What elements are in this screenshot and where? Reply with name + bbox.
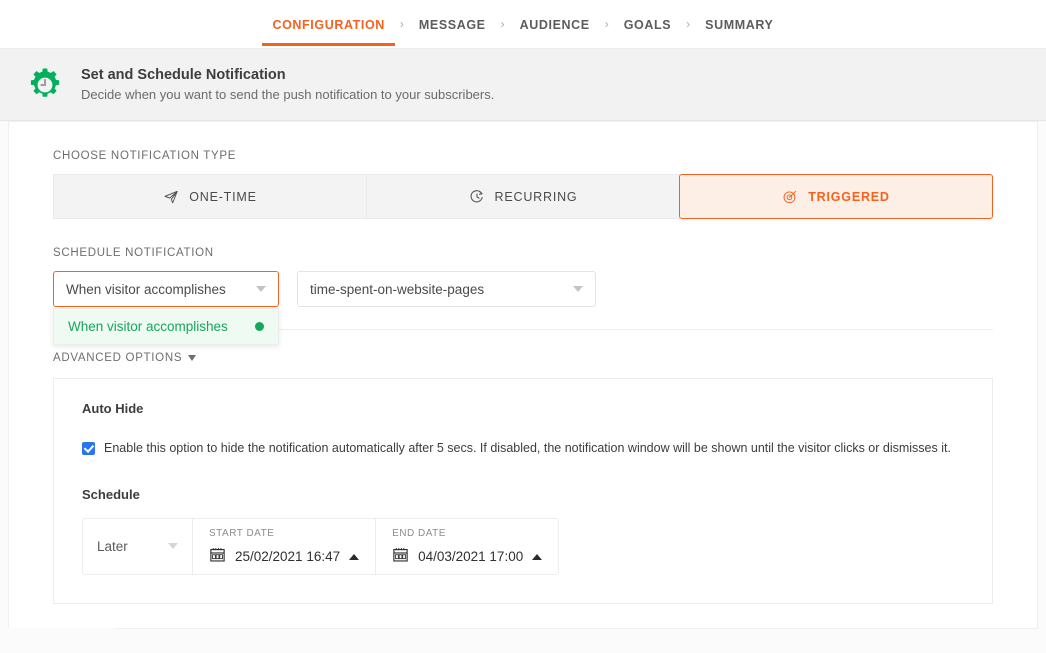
schedule-notification-label: SCHEDULE NOTIFICATION — [53, 247, 214, 259]
chevron-down-icon — [573, 286, 583, 292]
start-date-field[interactable]: START DATE 25/02/2021 16:47 — [193, 519, 375, 574]
step-configuration[interactable]: CONFIGURATION — [262, 4, 396, 46]
start-date-caption: START DATE — [209, 527, 275, 539]
step-separator: › — [604, 17, 609, 31]
tab-label: TRIGGERED — [808, 189, 890, 204]
auto-hide-checkbox-row[interactable]: Enable this option to hide the notificat… — [82, 440, 964, 457]
paper-plane-icon — [163, 189, 179, 205]
notification-type-tabs: ONE-TIME RECURRING TRIGGERED — [53, 174, 993, 219]
schedule-title: Schedule — [82, 486, 140, 502]
chevron-down-icon — [188, 355, 197, 361]
tab-label: RECURRING — [494, 189, 578, 204]
trigger-event-select[interactable]: time-spent-on-website-pages — [297, 271, 596, 307]
notification-type-label: CHOOSE NOTIFICATION TYPE — [53, 150, 237, 162]
step-separator: › — [399, 17, 404, 31]
step-label: MESSAGE — [418, 17, 486, 32]
start-date-value-row: 25/02/2021 16:47 — [209, 546, 360, 568]
tab-recurring[interactable]: RECURRING — [366, 174, 680, 219]
end-date-caption: END DATE — [392, 527, 446, 539]
step-label: SUMMARY — [705, 17, 774, 32]
step-summary[interactable]: SUMMARY — [703, 4, 775, 45]
end-date-value-row: 04/03/2021 17:00 — [392, 546, 543, 568]
dropdown-option-when-visitor-accomplishes[interactable]: When visitor accomplishes — [54, 309, 278, 344]
step-audience[interactable]: AUDIENCE — [518, 4, 592, 45]
page-header-text: Set and Schedule Notification Decide whe… — [81, 67, 494, 102]
footer-divider — [115, 628, 1038, 629]
dropdown-option-label: When visitor accomplishes — [68, 319, 228, 334]
trigger-type-wrapper: When visitor accomplishes When visitor a… — [53, 271, 279, 345]
page-subtitle: Decide when you want to send the push no… — [81, 87, 495, 102]
main-card: CHOOSE NOTIFICATION TYPE ONE-TIME RECURR… — [8, 121, 1038, 628]
chevron-down-icon — [168, 543, 178, 550]
selected-dot-icon — [255, 322, 264, 331]
step-message[interactable]: MESSAGE — [417, 4, 488, 45]
trigger-type-select[interactable]: When visitor accomplishes — [53, 271, 279, 307]
end-date-field[interactable]: END DATE 04/03/2021 17:00 — [375, 518, 558, 574]
card-content: CHOOSE NOTIFICATION TYPE ONE-TIME RECURR… — [9, 122, 1037, 604]
gear-clock-icon — [25, 65, 65, 105]
trigger-type-value: When visitor accomplishes — [66, 281, 226, 297]
chevron-down-icon — [256, 286, 266, 292]
step-goals[interactable]: GOALS — [622, 4, 673, 45]
advanced-options-panel: Auto Hide Enable this option to hide the… — [53, 378, 993, 604]
auto-hide-title: Auto Hide — [82, 401, 144, 416]
page-header-band: Set and Schedule Notification Decide whe… — [0, 49, 1046, 121]
schedule-when-value: Later — [97, 538, 128, 554]
step-breadcrumb: CONFIGURATION › MESSAGE › AUDIENCE › GOA… — [0, 0, 1046, 49]
auto-hide-description: Enable this option to hide the notificat… — [104, 441, 951, 455]
schedule-controls: Later START DATE 25/02/2021 16:47 END DA… — [82, 517, 560, 575]
clock-arrow-icon — [469, 189, 485, 205]
tab-triggered[interactable]: TRIGGERED — [679, 174, 993, 219]
trigger-event-value: time-spent-on-website-pages — [310, 281, 485, 297]
tab-one-time[interactable]: ONE-TIME — [53, 174, 367, 219]
target-icon — [782, 189, 798, 205]
chevron-up-icon[interactable] — [532, 553, 543, 560]
step-label: CONFIGURATION — [272, 17, 385, 32]
start-date-value: 25/02/2021 16:47 — [235, 549, 341, 565]
advanced-options-toggle[interactable]: ADVANCED OPTIONS — [53, 352, 197, 364]
calendar-icon — [209, 546, 226, 568]
trigger-type-dropdown: When visitor accomplishes — [53, 308, 279, 345]
page-root: CONFIGURATION › MESSAGE › AUDIENCE › GOA… — [0, 0, 1046, 653]
page-title: Set and Schedule Notification — [81, 67, 286, 83]
end-date-value: 04/03/2021 17:00 — [418, 549, 524, 565]
step-label: GOALS — [623, 17, 672, 32]
advanced-options-label: ADVANCED OPTIONS — [53, 352, 183, 364]
step-separator: › — [686, 17, 691, 31]
step-separator: › — [500, 17, 505, 31]
auto-hide-checkbox[interactable] — [82, 442, 95, 455]
trigger-selects-row: When visitor accomplishes When visitor a… — [53, 271, 993, 345]
step-label: AUDIENCE — [519, 17, 590, 32]
calendar-icon — [392, 546, 409, 568]
tab-label: ONE-TIME — [189, 189, 257, 204]
chevron-up-icon[interactable] — [349, 553, 360, 560]
schedule-when-select[interactable]: Later — [83, 518, 193, 574]
